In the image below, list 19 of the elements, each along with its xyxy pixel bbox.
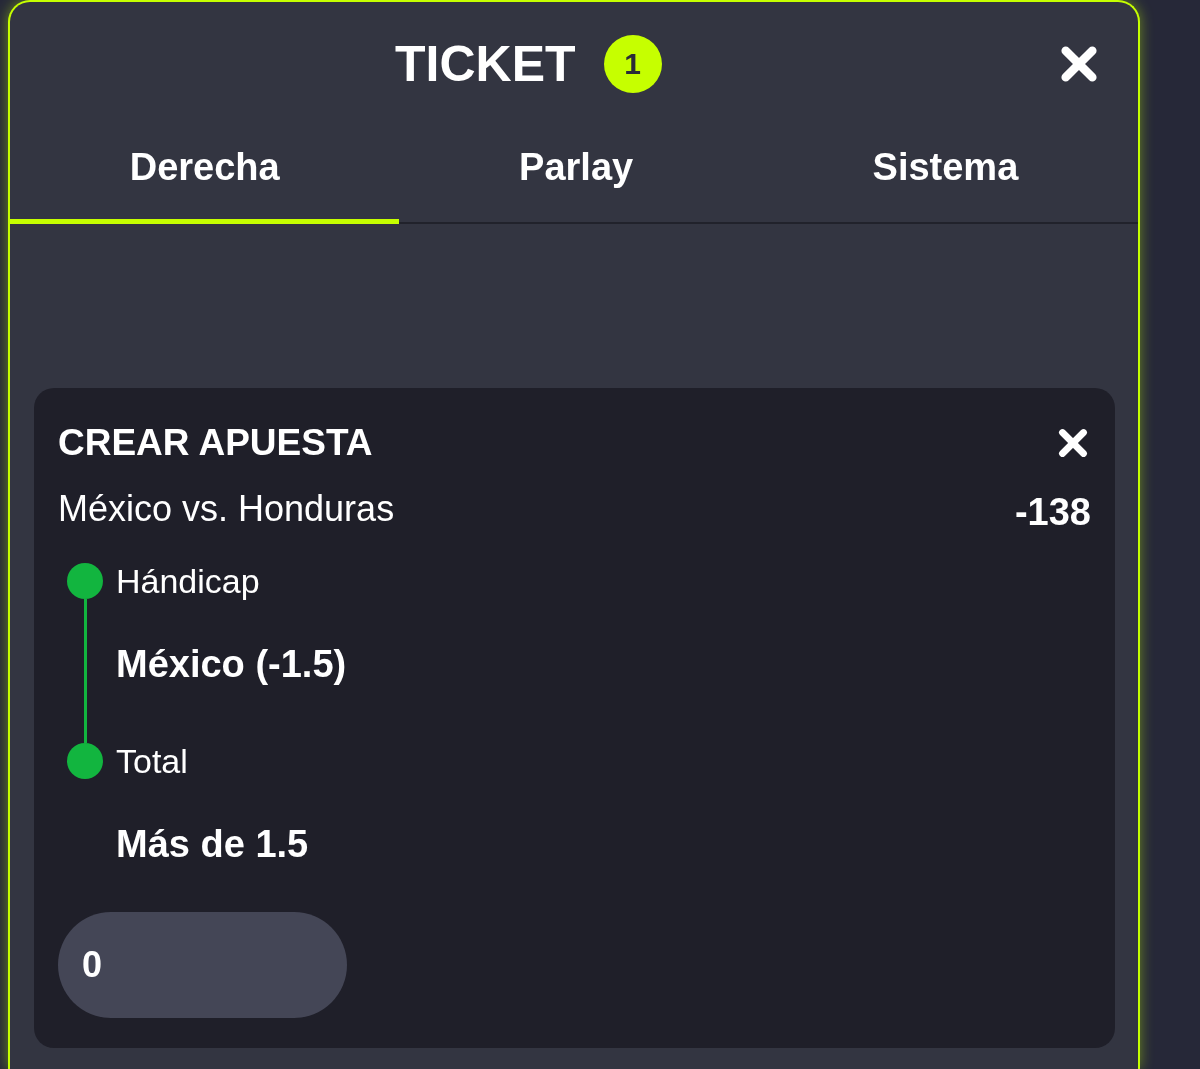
market-label: Total [116, 743, 188, 779]
odds-value: -138 [1014, 490, 1091, 535]
tab[interactable]: Derecha [10, 126, 400, 224]
market-label: Hándicap [116, 563, 260, 599]
ticket-title: TICKET [395, 35, 576, 94]
count-badge: 1 [603, 35, 662, 93]
pick-label: México (-1.5) [116, 642, 347, 687]
tab[interactable]: Sistema [752, 126, 1138, 224]
tab[interactable]: Parlay [399, 126, 753, 224]
timeline-dot-icon [67, 563, 103, 599]
close-icon [1060, 45, 1098, 83]
stake-input[interactable]: 0 [58, 912, 347, 1018]
close-button[interactable] [1060, 45, 1098, 83]
close-button[interactable] [1058, 428, 1088, 458]
close-icon [1058, 428, 1088, 458]
card-title: CREAR APUESTA [58, 421, 373, 465]
pick-label: Más de 1.5 [116, 822, 309, 867]
match-name: México vs. Honduras [58, 487, 395, 531]
timeline-dot-icon [67, 743, 103, 779]
